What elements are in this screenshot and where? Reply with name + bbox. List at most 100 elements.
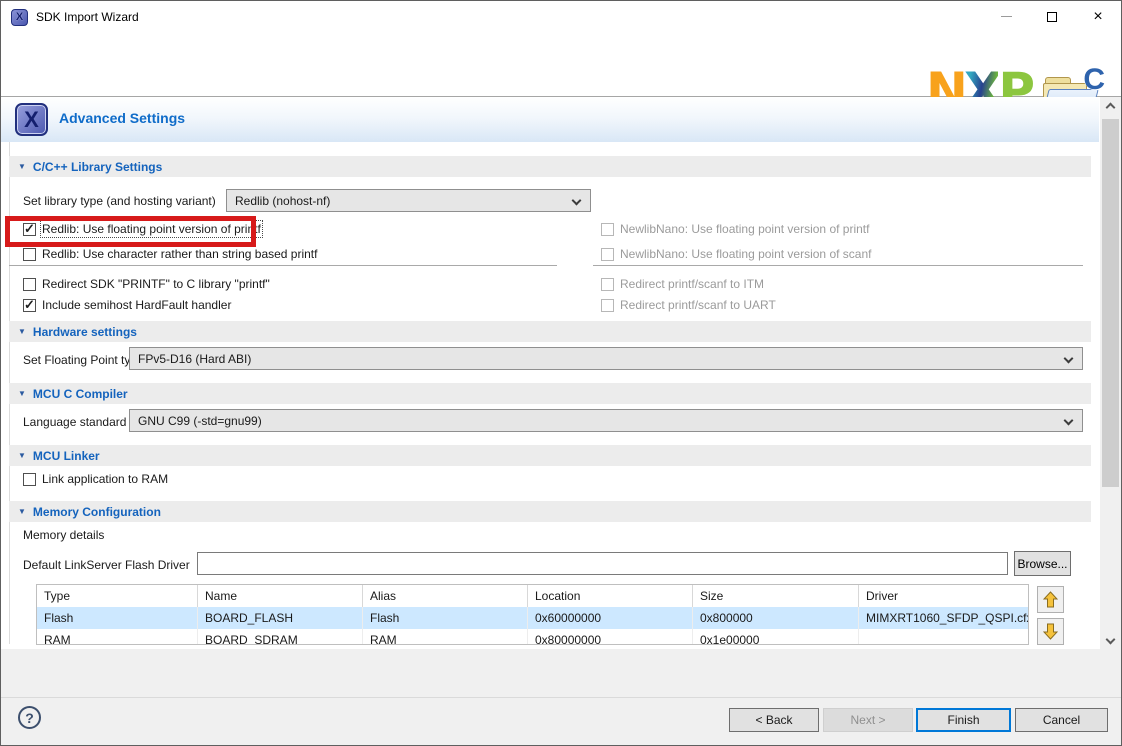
chevron-down-icon <box>1064 416 1074 426</box>
move-row-down-button[interactable] <box>1037 618 1064 645</box>
scrollbar-thumb[interactable] <box>1102 119 1119 487</box>
separator <box>9 265 557 266</box>
collapse-arrow-icon: ▼ <box>18 163 26 171</box>
checkbox-label: Redlib: Use floating point version of pr… <box>42 222 261 236</box>
scroll-down-button[interactable] <box>1100 632 1121 649</box>
scroll-down-icon <box>1106 634 1116 644</box>
checkbox-unchecked-box <box>23 248 36 261</box>
scroll-up-button[interactable] <box>1100 97 1121 114</box>
col-header-location[interactable]: Location <box>528 585 693 607</box>
minimize-icon <box>1001 16 1012 17</box>
library-type-value: Redlib (nohost-nf) <box>235 194 330 208</box>
window-title: SDK Import Wizard <box>36 10 139 24</box>
page-header-band: X Advanced Settings <box>1 97 1099 142</box>
collapse-arrow-icon: ▼ <box>18 390 26 398</box>
help-icon: ? <box>25 710 34 726</box>
checkbox-label: NewlibNano: Use floating point version o… <box>620 222 869 236</box>
cell-driver: MIMXRT1060_SFDP_QSPI.cfx <box>859 607 1029 629</box>
checkbox-label: NewlibNano: Use floating point version o… <box>620 247 871 261</box>
close-button[interactable]: × <box>1075 1 1121 32</box>
mcuxpresso-page-icon: X <box>15 103 48 136</box>
checkbox-redlib-float-printf[interactable]: ✓ Redlib: Use floating point version of … <box>23 221 261 237</box>
next-button-label: Next > <box>850 713 885 727</box>
window-controls: × <box>983 1 1121 33</box>
table-row-flash[interactable]: Flash BOARD_FLASH Flash 0x60000000 0x800… <box>37 607 1028 629</box>
table-row-ram[interactable]: RAM BOARD_SDRAM RAM 0x80000000 0x1e00000 <box>37 629 1028 645</box>
section-hardware-settings[interactable]: ▼ Hardware settings <box>9 321 1091 342</box>
move-row-up-button[interactable] <box>1037 586 1064 613</box>
section-hardware-title: Hardware settings <box>33 325 137 339</box>
section-library-settings[interactable]: ▼ C/C++ Library Settings <box>9 156 1091 177</box>
check-icon: ✓ <box>24 221 35 237</box>
checkbox-checked-box: ✓ <box>23 299 36 312</box>
cell-size: 0x800000 <box>693 607 859 629</box>
finish-button[interactable]: Finish <box>916 708 1011 732</box>
memory-table: Type Name Alias Location Size Driver Fla… <box>36 584 1029 645</box>
footer-separator <box>1 697 1122 698</box>
language-standard-label: Language standard <box>23 415 126 429</box>
section-memory-configuration[interactable]: ▼ Memory Configuration <box>9 501 1091 522</box>
move-down-icon <box>1043 623 1058 640</box>
maximize-button[interactable] <box>1029 1 1075 32</box>
sdk-import-wizard-window: X SDK Import Wizard × NXP C X Advanced S… <box>0 0 1122 746</box>
checkbox-redlib-char-printf[interactable]: Redlib: Use character rather than string… <box>23 246 317 262</box>
maximize-icon <box>1047 12 1057 22</box>
next-button: Next > <box>823 708 913 732</box>
cell-name: BOARD_FLASH <box>198 607 363 629</box>
cancel-button[interactable]: Cancel <box>1015 708 1108 732</box>
checkbox-redirect-itm: Redirect printf/scanf to ITM <box>601 276 764 292</box>
col-header-driver[interactable]: Driver <box>859 585 1029 607</box>
cell-location: 0x80000000 <box>528 629 693 645</box>
collapse-arrow-icon: ▼ <box>18 452 26 460</box>
section-memory-title: Memory Configuration <box>33 505 161 519</box>
library-type-dropdown[interactable]: Redlib (nohost-nf) <box>226 189 591 212</box>
checkbox-link-to-ram[interactable]: Link application to RAM <box>23 471 168 487</box>
checkbox-label: Redirect printf/scanf to ITM <box>620 277 764 291</box>
col-header-size[interactable]: Size <box>693 585 859 607</box>
section-mcu-c-compiler[interactable]: ▼ MCU C Compiler <box>9 383 1091 404</box>
section-library-title: C/C++ Library Settings <box>33 160 162 174</box>
browse-button-label: Browse... <box>1017 557 1067 571</box>
checkbox-unchecked-box <box>23 473 36 486</box>
back-button[interactable]: < Back <box>729 708 819 732</box>
checkbox-newlibnano-printf: NewlibNano: Use floating point version o… <box>601 221 869 237</box>
checkbox-redirect-uart: Redirect printf/scanf to UART <box>601 297 776 313</box>
vertical-scrollbar[interactable] <box>1100 97 1121 649</box>
fp-type-dropdown[interactable]: FPv5-D16 (Hard ABI) <box>129 347 1083 370</box>
minimize-button[interactable] <box>983 1 1029 32</box>
close-icon: × <box>1093 12 1102 22</box>
checkbox-checked-box: ✓ <box>23 223 36 236</box>
chevron-down-icon <box>572 196 582 206</box>
wizard-page-content: X Advanced Settings ▼ C/C++ Library Sett… <box>1 97 1099 649</box>
chevron-down-icon <box>1064 354 1074 364</box>
mcuxpresso-app-icon: X <box>11 9 28 26</box>
page-title: Advanced Settings <box>59 110 185 126</box>
flash-driver-label: Default LinkServer Flash Driver <box>23 558 190 572</box>
cell-alias: RAM <box>363 629 528 645</box>
help-button[interactable]: ? <box>18 706 41 729</box>
cell-type: Flash <box>37 607 198 629</box>
section-compiler-title: MCU C Compiler <box>33 387 128 401</box>
cell-size: 0x1e00000 <box>693 629 859 645</box>
finish-button-label: Finish <box>947 713 979 727</box>
checkbox-unchecked-box <box>601 248 614 261</box>
checkbox-redirect-sdk-printf[interactable]: Redirect SDK "PRINTF" to C library "prin… <box>23 276 270 292</box>
language-standard-dropdown[interactable]: GNU C99 (-std=gnu99) <box>129 409 1083 432</box>
col-header-name[interactable]: Name <box>198 585 363 607</box>
col-header-alias[interactable]: Alias <box>363 585 528 607</box>
back-button-label: < Back <box>755 713 792 727</box>
flash-driver-input[interactable] <box>197 552 1008 575</box>
checkbox-unchecked-box <box>601 278 614 291</box>
section-linker-title: MCU Linker <box>33 449 100 463</box>
cell-driver <box>859 629 1029 645</box>
checkbox-newlibnano-scanf: NewlibNano: Use floating point version o… <box>601 246 871 262</box>
memory-details-label: Memory details <box>23 528 104 542</box>
move-up-icon <box>1043 591 1058 608</box>
browse-button[interactable]: Browse... <box>1014 551 1071 576</box>
checkbox-semihost-hardfault[interactable]: ✓ Include semihost HardFault handler <box>23 297 231 313</box>
cell-type: RAM <box>37 629 198 645</box>
checkbox-label: Include semihost HardFault handler <box>42 298 231 312</box>
col-header-type[interactable]: Type <box>37 585 198 607</box>
checkbox-unchecked-box <box>601 223 614 236</box>
section-mcu-linker[interactable]: ▼ MCU Linker <box>9 445 1091 466</box>
